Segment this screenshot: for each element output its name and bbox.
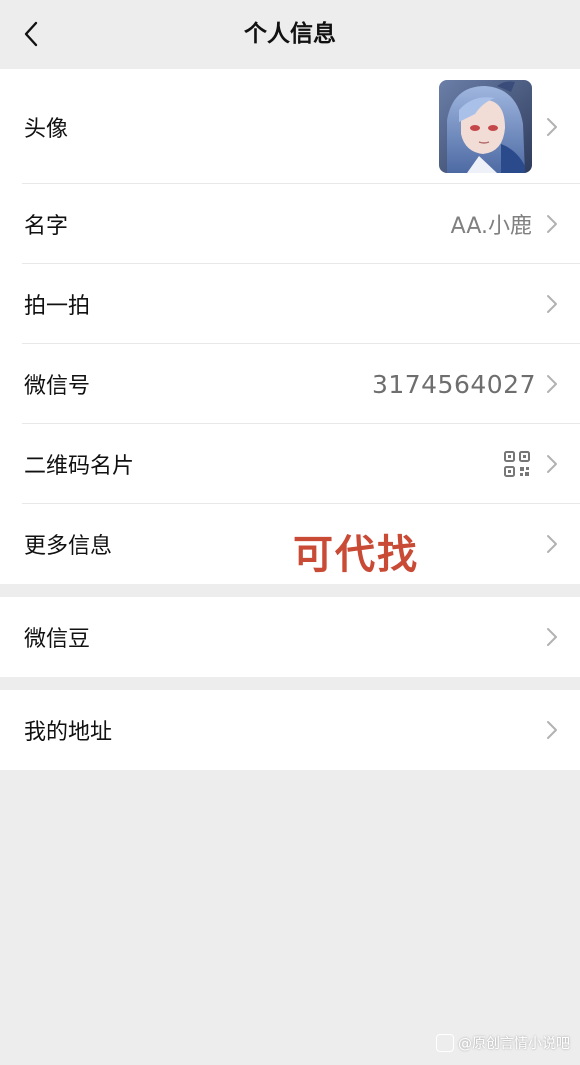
page-title: 个人信息 xyxy=(244,21,336,47)
my-address-label: 我的地址 xyxy=(24,720,113,745)
my-address-row[interactable]: 我的地址 xyxy=(0,690,580,770)
section-gap xyxy=(0,677,580,690)
chevron-right-icon xyxy=(547,721,557,739)
name-value: AA.小鹿 xyxy=(450,214,532,239)
watermark: @原创言情小说吧 xyxy=(436,1033,570,1053)
nav-bar: 个人信息 xyxy=(0,0,580,69)
chevron-right-icon xyxy=(547,535,557,553)
pat-row[interactable]: 拍一拍 xyxy=(0,264,580,344)
avatar-image xyxy=(439,80,532,173)
section-gap xyxy=(0,584,580,597)
chevron-right-icon xyxy=(547,295,557,313)
watermark-text: @原创言情小说吧 xyxy=(458,1036,570,1052)
overlay-annotation: 可代找 xyxy=(293,532,419,578)
wechat-id-row[interactable]: 微信号 3174564027 xyxy=(0,344,580,424)
qr-card-row[interactable]: 二维码名片 xyxy=(0,424,580,504)
qr-code-icon xyxy=(504,451,530,477)
name-row[interactable]: 名字 AA.小鹿 xyxy=(0,184,580,264)
pat-label: 拍一拍 xyxy=(24,294,91,319)
wechat-id-value: 3174564027 xyxy=(371,369,536,399)
avatar-row[interactable]: 头像 xyxy=(0,69,580,184)
qr-card-label: 二维码名片 xyxy=(24,454,135,479)
chevron-right-icon xyxy=(547,375,557,393)
chevron-right-icon xyxy=(547,628,557,646)
chevron-right-icon xyxy=(547,117,557,136)
wechat-id-label: 微信号 xyxy=(24,374,91,399)
wechat-beans-label: 微信豆 xyxy=(24,627,91,652)
wechat-beans-row[interactable]: 微信豆 xyxy=(0,597,580,677)
beans-group: 微信豆 xyxy=(0,597,580,677)
name-label: 名字 xyxy=(24,214,69,239)
address-group: 我的地址 xyxy=(0,690,580,770)
profile-group: 头像 名字 AA.小鹿 拍一拍 微信号 3174564027 二维码名片 更多信… xyxy=(0,69,580,584)
chevron-right-icon xyxy=(547,455,557,473)
more-info-row[interactable]: 更多信息 xyxy=(0,504,580,584)
more-info-label: 更多信息 xyxy=(24,534,113,559)
weibo-icon xyxy=(436,1034,454,1052)
avatar[interactable] xyxy=(439,80,532,173)
avatar-label: 头像 xyxy=(24,116,69,142)
chevron-right-icon xyxy=(547,215,557,233)
